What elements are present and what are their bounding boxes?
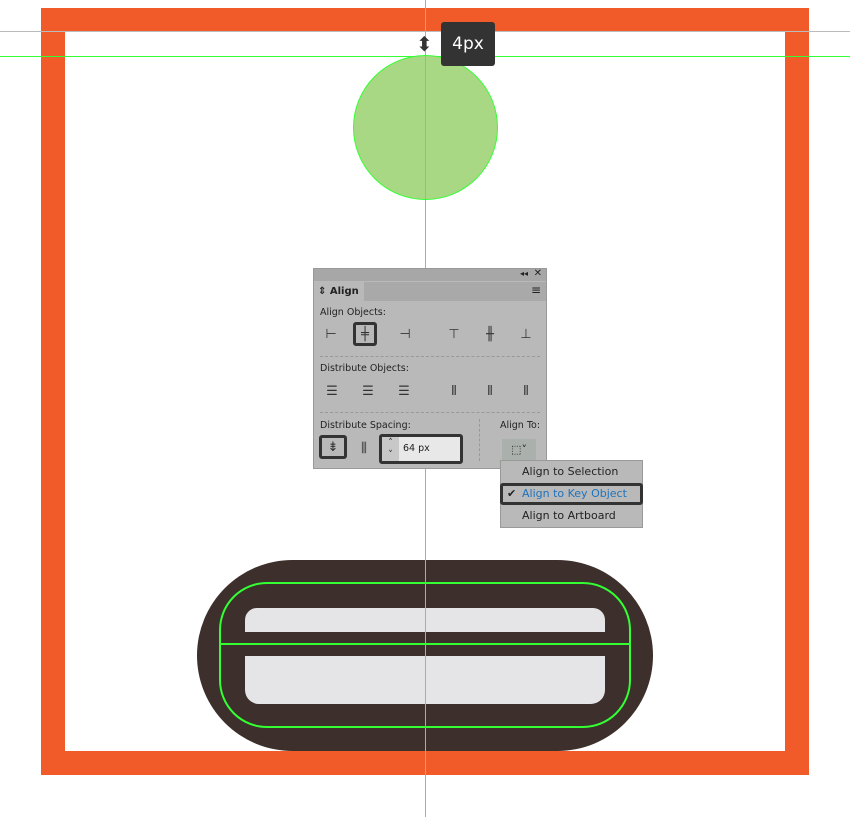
menu-item-align-to-key-object[interactable]: ✔ Align to Key Object bbox=[500, 483, 643, 505]
chevron-down-icon: ˅ bbox=[521, 443, 527, 456]
menu-item-label: Align to Key Object bbox=[522, 487, 627, 500]
divider bbox=[320, 356, 540, 357]
distribute-left-icon[interactable]: ⫴ bbox=[445, 382, 463, 400]
measurement-tooltip: 4px bbox=[441, 22, 495, 66]
tab-label: Align bbox=[329, 286, 359, 297]
checkmark-icon: ✔ bbox=[507, 487, 517, 500]
vertical-resize-arrows-icon: ⬍ bbox=[416, 32, 433, 56]
distribute-bottom-icon[interactable]: ☰ bbox=[395, 382, 413, 400]
distribute-spacing-label: Distribute Spacing: bbox=[320, 420, 411, 431]
align-to-label: Align To: bbox=[500, 420, 541, 431]
align-vertical-center-icon[interactable]: ╫ bbox=[481, 325, 499, 343]
distribute-objects-label: Distribute Objects: bbox=[320, 363, 409, 374]
hamburger-icon[interactable]: ≡ bbox=[531, 283, 541, 297]
menu-item-label: Align to Artboard bbox=[522, 509, 616, 522]
distribute-hcenter-icon[interactable]: ⫴ bbox=[481, 382, 499, 400]
tab-align[interactable]: ⇕ Align bbox=[314, 282, 364, 301]
menu-item-align-to-artboard[interactable]: Align to Artboard bbox=[501, 505, 642, 527]
distribute-top-icon[interactable]: ☰ bbox=[323, 382, 341, 400]
updown-icon: ⇕ bbox=[318, 286, 327, 297]
horizontal-distribute-space-icon[interactable]: ⫼ bbox=[355, 439, 373, 457]
spacing-value: 64 px bbox=[403, 443, 430, 454]
key-object-icon: ⬚ bbox=[511, 443, 522, 456]
stepper-icon[interactable]: ˄ ˅ bbox=[382, 437, 399, 461]
align-left-icon[interactable]: ⊢ bbox=[322, 325, 340, 343]
distribute-vcenter-icon[interactable]: ☰ bbox=[359, 382, 377, 400]
panel-header[interactable] bbox=[314, 269, 546, 281]
align-to-menu: Align to Selection ✔ Align to Key Object… bbox=[500, 460, 643, 528]
align-right-icon[interactable]: ⊣ bbox=[396, 325, 414, 343]
close-icon[interactable]: ✕ bbox=[534, 268, 542, 279]
align-top-icon[interactable]: ⊤ bbox=[445, 325, 463, 343]
align-panel: ◂◂ ✕ ⇕ Align ≡ Align Objects: ⊢ ╪ ⊣ ⊤ ╫ … bbox=[313, 268, 547, 469]
align-horizontal-center-icon[interactable]: ╪ bbox=[353, 322, 377, 346]
divider bbox=[479, 419, 480, 461]
vertical-distribute-space-icon[interactable]: ⇟ bbox=[319, 435, 347, 459]
distribute-right-icon[interactable]: ⫴ bbox=[517, 382, 535, 400]
menu-item-label: Align to Selection bbox=[522, 465, 619, 478]
menu-item-align-to-selection[interactable]: Align to Selection bbox=[501, 461, 642, 483]
double-chevron-left-icon[interactable]: ◂◂ bbox=[520, 269, 528, 278]
align-to-dropdown[interactable]: ⬚˅ bbox=[502, 439, 536, 461]
spacing-input[interactable]: ˄ ˅ 64 px bbox=[379, 434, 463, 464]
align-bottom-icon[interactable]: ⊥ bbox=[517, 325, 535, 343]
align-objects-label: Align Objects: bbox=[320, 307, 386, 318]
divider bbox=[320, 412, 540, 413]
